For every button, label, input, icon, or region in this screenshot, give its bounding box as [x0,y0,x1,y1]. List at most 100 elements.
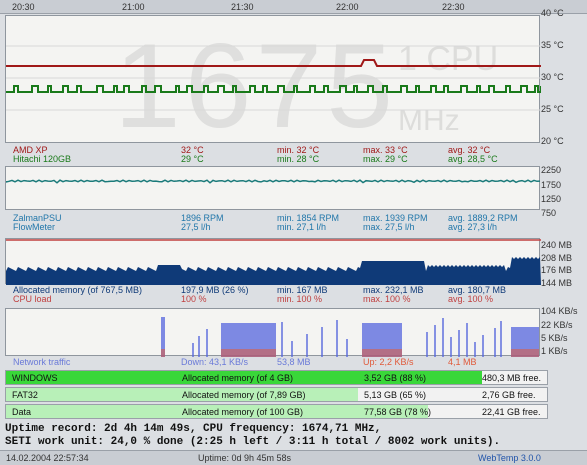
network-graph [5,308,540,357]
scale-label: 1250 [541,194,562,204]
traffic-spike [458,330,460,357]
sensor-min: min. 27,1 l/h [277,222,327,232]
drive-used: 3,52 GB (88 %) [364,373,427,383]
scale-label: 5 KB/s [541,333,568,343]
traffic-spike [434,325,436,357]
drive-alloc: Allocated memory (of 100 GB) [182,407,304,417]
sensor-avg: avg. 100 % [448,294,494,304]
scale-label: 35 °C [541,40,564,50]
time-tick: 22:00 [336,2,359,12]
traffic-spike [474,342,476,357]
sensor-avg: avg. 28,5 °C [448,154,498,164]
drive-alloc: Allocated memory (of 7,89 GB) [182,390,306,400]
sensor-min: min. 100 % [277,294,323,304]
scale-label: 20 °C [541,136,564,146]
drive-free: 480,3 MB free. [482,373,542,383]
traffic-spike [450,337,452,357]
sensor-current: 29 °C [181,154,204,164]
traffic-spike [198,336,200,357]
fan-rpm-line [6,179,541,184]
drive-free: 22,41 GB free. [482,407,541,417]
memory-legend: Allocated memory (of 767,5 MB) 197,9 MB … [5,285,540,307]
drive-alloc: Allocated memory (of 4 GB) [182,373,294,383]
drive-name: WINDOWS [12,373,58,383]
upload-block [511,349,539,357]
uptime-record-line: Uptime record: 2d 4h 14m 49s, CPU freque… [5,423,382,435]
sensor-max: max. 100 % [363,294,411,304]
network-plot [161,317,539,357]
uptime: Uptime: 0d 9h 45m 58s [198,453,292,463]
scale-label: 104 KB/s [541,306,578,316]
memory-graph [5,238,541,285]
traffic-spike [442,318,444,357]
scale-label: 144 MB [541,278,573,288]
temperature-plot [6,45,541,111]
sensor-avg: avg. 27,3 l/h [448,222,498,232]
webtemp-window: 20:30 21:00 21:30 22:00 22:30 1675 1 CPU… [0,0,587,465]
sensor-current: 100 % [181,294,207,304]
network-down-total: 53,8 MB [277,357,311,367]
scale-label: 208 MB [541,253,573,263]
sensor-name: CPU load [13,294,52,304]
time-axis: 20:30 21:00 21:30 22:00 22:30 [0,0,587,14]
drive-name: Data [12,407,32,417]
scale-label: 25 °C [541,104,564,114]
seti-status-line: SETI work unit: 24,0 % done (2:25 h left… [5,436,501,448]
sensor-current: 27,5 l/h [181,222,211,232]
upload-block [221,349,276,357]
sensor-name: Hitachi 120GB [13,154,72,164]
sensor-min: min. 28 °C [277,154,320,164]
upload-block [362,349,402,357]
traffic-spike [336,320,338,357]
fan-legend: ZalmanPSU 1896 RPM min. 1854 RPM max. 19… [5,213,540,235]
traffic-spike [346,339,348,357]
time-tick: 21:30 [231,2,254,12]
time-tick: 21:00 [122,2,145,12]
traffic-spike [466,323,468,357]
drive-free: 2,76 GB free. [482,390,536,400]
scale-label: 2250 [541,165,562,175]
sensor-max: max. 27,5 l/h [363,222,415,232]
network-label: Network traffic [13,357,71,367]
traffic-spike [306,334,308,357]
traffic-spike [494,328,496,357]
time-tick: 22:30 [442,2,465,12]
drive-used: 77,58 GB (78 %) [364,407,432,417]
memory-area [6,257,541,285]
sensor-max: max. 29 °C [363,154,408,164]
temperature-legend: AMD XP 32 °C min. 32 °C max. 33 °C avg. … [5,145,540,167]
traffic-spike [482,335,484,357]
traffic-spike [281,322,283,357]
scale-label: 176 MB [541,265,573,275]
drive-data: Data Allocated memory (of 100 GB) 77,58 … [5,404,548,419]
app-version-link[interactable]: WebTemp 3.0.0 [478,453,541,463]
temperature-graph: 1675 1 CPU MHz [5,15,541,146]
scale-label: 40 °C [541,8,564,18]
traffic-spike [500,321,502,357]
hitachi-temp-line [6,85,541,93]
status-bar: 14.02.2004 22:57:34 Uptime: 0d 9h 45m 58… [0,450,587,465]
scale-label: 22 KB/s [541,320,573,330]
network-legend: Network traffic Down: 43,1 KB/s 53,8 MB … [5,357,540,368]
drive-used: 5,13 GB (65 %) [364,390,427,400]
scale-label: 1 KB/s [541,346,568,356]
traffic-spike [321,327,323,357]
network-up: Up: 2,2 KB/s [363,357,414,367]
fan-graph [5,166,541,210]
scale-label: 240 MB [541,240,573,250]
drive-fat32: FAT32 Allocated memory (of 7,89 GB) 5,13… [5,387,548,402]
sensor-name: FlowMeter [13,222,56,232]
traffic-spike [426,332,428,357]
upload-block [161,349,165,357]
scale-label: 750 [541,208,557,218]
drive-name: FAT32 [12,390,38,400]
scale-label: 30 °C [541,72,564,82]
drive-windows: WINDOWS Allocated memory (of 4 GB) 3,52 … [5,370,548,385]
traffic-spike [192,343,194,357]
memory-plot [6,239,541,285]
traffic-spike [206,329,208,357]
time-tick: 20:30 [12,2,35,12]
scale-label: 1750 [541,180,562,190]
network-up-total: 4,1 MB [448,357,477,367]
traffic-spike [291,341,293,357]
